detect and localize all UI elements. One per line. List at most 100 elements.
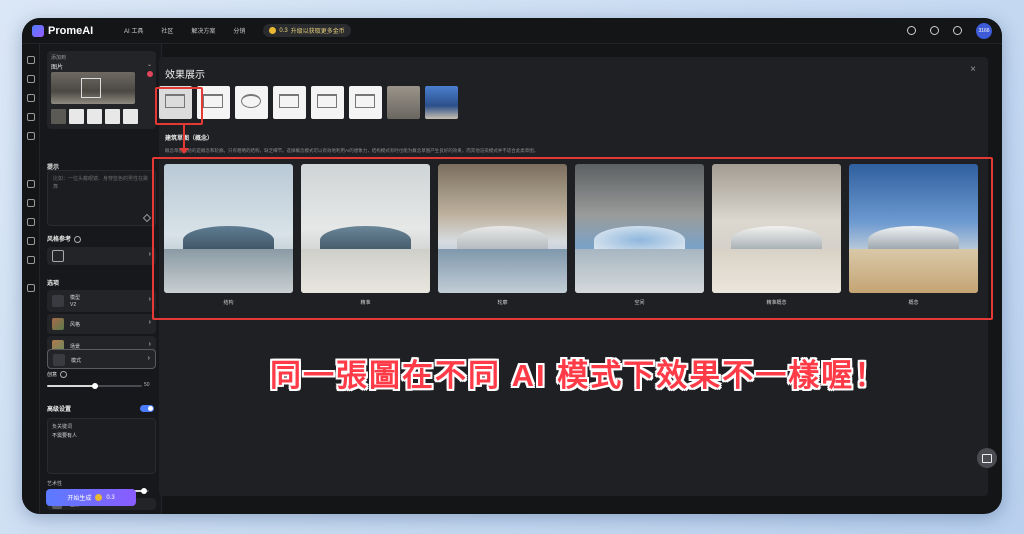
left-panel: 添加到 图片 ⌄ 提示 比如：一位头戴眼镜、身穿蓝色的男性在跳舞 风格参考 › … — [40, 44, 162, 514]
source-thumbnails — [51, 109, 138, 124]
learn-icon[interactable] — [930, 26, 939, 35]
strength-title: 创意 — [47, 371, 68, 379]
source-label: 添加到 — [51, 55, 67, 61]
share-icon[interactable] — [977, 448, 997, 468]
sketch-type-option[interactable] — [235, 86, 268, 119]
chevron-right-icon: › — [148, 296, 151, 303]
annotation-highlight-selected — [155, 87, 203, 125]
nav-affiliate[interactable]: 分销 — [233, 26, 245, 35]
promeai-logo-icon — [32, 24, 44, 37]
upgrade-promo[interactable]: 0.3 升级以获取更多金币 — [263, 24, 351, 37]
category-title: 建筑草图（概念） — [165, 136, 214, 142]
thumbnail[interactable] — [105, 109, 120, 124]
nav-community[interactable]: 社区 — [161, 26, 173, 35]
home-icon[interactable] — [27, 56, 35, 64]
chevron-right-icon: › — [148, 341, 151, 348]
brand-name: PromeAI — [48, 24, 94, 37]
thumbnail[interactable] — [123, 109, 138, 124]
bag-icon[interactable] — [27, 284, 35, 292]
strength-value: 50 — [144, 382, 150, 388]
chevron-down-icon[interactable]: ⌄ — [147, 61, 152, 68]
advanced-settings-title: 高级设置 — [47, 407, 72, 413]
image-icon[interactable] — [27, 113, 35, 121]
thumbnail[interactable] — [87, 109, 102, 124]
team-icon[interactable] — [27, 256, 35, 264]
generate-label: 开始生成 — [67, 496, 92, 502]
help-icon[interactable] — [74, 235, 82, 243]
sketch-icon — [355, 94, 375, 108]
option-mode[interactable]: 模式 › — [47, 349, 156, 369]
coin-icon — [95, 494, 103, 501]
sketch-icon — [317, 94, 337, 108]
strength-slider-handle[interactable] — [91, 383, 98, 389]
option-label: 模式 — [71, 358, 82, 364]
promo-value: 0.3 — [279, 27, 288, 34]
layers-icon[interactable] — [27, 199, 35, 207]
top-right-actions: 3166 — [907, 22, 992, 39]
category-description: 概念草图描绘的是概念和轮廓。只有粗略的结构，缺乏细节。选择概念模式可以有效地利用… — [165, 148, 539, 153]
bell-icon[interactable] — [27, 218, 35, 226]
chevron-right-icon: › — [147, 355, 150, 362]
negative-prompt-label: 负关键词 — [52, 424, 73, 430]
sketch-type-option[interactable] — [425, 86, 458, 119]
options-title: 选项 — [47, 281, 60, 287]
remove-image-icon[interactable] — [147, 71, 153, 77]
sketch-type-selector — [159, 86, 458, 119]
advanced-settings-toggle[interactable] — [140, 405, 154, 412]
annotation-caption: 同一張圖在不同 AI 模式下效果不一樣喔！ — [270, 358, 888, 393]
close-icon[interactable]: × — [970, 64, 976, 75]
negative-prompt-input[interactable]: 负关键词 不需要有人 — [47, 418, 156, 474]
generate-cost: 0.3 — [106, 494, 115, 501]
brand-logo[interactable]: PromeAI — [32, 24, 112, 37]
sketch-type-option[interactable] — [273, 86, 306, 119]
model-icon — [52, 295, 64, 307]
chevron-right-icon: › — [148, 251, 151, 258]
user-avatar[interactable]: 3166 — [976, 22, 992, 39]
nav-ai-tools[interactable]: AI 工具 — [124, 26, 143, 35]
chevron-right-icon: › — [148, 319, 151, 326]
modal-title: 效果展示 — [165, 70, 205, 81]
option-label: 风格 — [70, 322, 81, 328]
user-add-icon[interactable] — [27, 237, 35, 245]
sketch-type-option[interactable] — [387, 86, 420, 119]
option-model[interactable]: 模型 V2 › — [47, 290, 156, 312]
strength-slider-fill — [47, 385, 95, 387]
source-image-preview — [51, 72, 135, 104]
sketch-icon — [279, 94, 299, 108]
artistry-slider-handle[interactable] — [140, 488, 147, 494]
main-nav: AI 工具 社区 解决方案 分销 0.3 升级以获取更多金币 — [124, 24, 351, 37]
sketch-icon — [241, 94, 261, 108]
source-image-card[interactable]: 添加到 图片 ⌄ — [47, 51, 156, 129]
help-icon[interactable] — [60, 371, 68, 379]
icon-rail — [22, 44, 40, 514]
sketch-type-option[interactable] — [311, 86, 344, 119]
thumbnail[interactable] — [69, 109, 84, 124]
source-value: 图片 — [51, 65, 64, 71]
thumbnail[interactable] — [51, 109, 66, 124]
option-style[interactable]: 风格 › — [47, 314, 156, 334]
prompt-input[interactable]: 比如：一位头戴眼镜、身穿蓝色的男性在跳舞 — [47, 170, 156, 226]
nav-solutions[interactable]: 解决方案 — [191, 26, 215, 35]
bulb-icon[interactable] — [27, 132, 35, 140]
generate-button[interactable]: 开始生成 0.3 — [46, 489, 136, 506]
style-reference-label: 风格参考 — [47, 237, 72, 243]
negative-prompt-value: 不需要有人 — [52, 433, 78, 439]
sketch-type-option[interactable] — [349, 86, 382, 119]
mode-icon — [53, 354, 65, 366]
cube-icon[interactable] — [27, 94, 35, 102]
globe-icon[interactable] — [953, 26, 962, 35]
magic-wand-icon[interactable] — [142, 213, 152, 223]
promo-text: 升级以获取更多金币 — [290, 29, 345, 35]
support-icon[interactable] — [907, 26, 916, 35]
coin-icon — [269, 27, 277, 34]
strength-label: 创意 — [47, 372, 58, 378]
option-label: 模型 — [70, 295, 81, 301]
annotation-highlight-results — [152, 157, 993, 320]
explore-icon[interactable] — [27, 75, 35, 83]
prompt-placeholder: 比如：一位头戴眼镜、身穿蓝色的男性在跳舞 — [53, 176, 149, 190]
add-style-icon — [52, 250, 64, 262]
compass-icon[interactable] — [27, 180, 35, 188]
style-reference-selector[interactable]: › — [47, 247, 156, 265]
style-icon — [52, 318, 64, 330]
top-bar: PromeAI AI 工具 社区 解决方案 分销 0.3 升级以获取更多金币 3… — [22, 18, 1002, 44]
